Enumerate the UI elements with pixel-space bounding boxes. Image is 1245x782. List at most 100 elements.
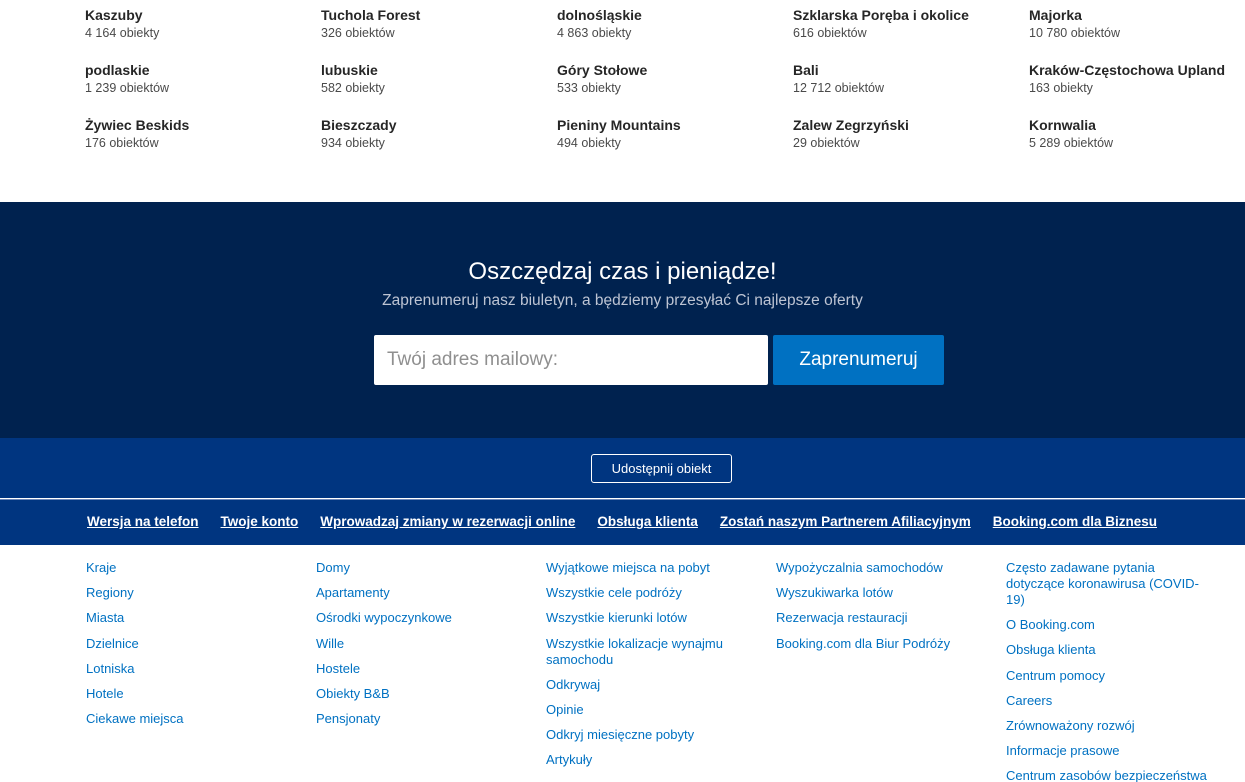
destination-item[interactable]: Kaszuby 4 164 obiekty bbox=[85, 6, 321, 61]
destination-name[interactable]: Góry Stołowe bbox=[557, 61, 793, 79]
destination-count: 4 863 obiekty bbox=[557, 26, 632, 40]
footer-link[interactable]: Apartamenty bbox=[316, 585, 546, 601]
list-property-button[interactable]: Udostępnij obiekt bbox=[591, 454, 732, 483]
footer-link[interactable]: Rezerwacja restauracji bbox=[776, 610, 1006, 626]
destination-name[interactable]: lubuskie bbox=[321, 61, 557, 79]
footer-link[interactable]: Odkryj miesięczne pobyty bbox=[546, 727, 776, 743]
footer-link[interactable]: Dzielnice bbox=[86, 636, 316, 652]
destination-name[interactable]: Bieszczady bbox=[321, 116, 557, 134]
destination-count: 533 obiekty bbox=[557, 81, 621, 95]
destination-item[interactable]: lubuskie 582 obiekty bbox=[321, 61, 557, 116]
footer-column: Często zadawane pytania dotyczące korona… bbox=[1006, 560, 1236, 782]
destination-name[interactable]: podlaskie bbox=[85, 61, 321, 79]
destination-item[interactable]: podlaskie 1 239 obiektów bbox=[85, 61, 321, 116]
footer-link[interactable]: Obiekty B&B bbox=[316, 686, 546, 702]
destination-count: 10 780 obiektów bbox=[1029, 26, 1121, 40]
destination-name[interactable]: Zalew Zegrzyński bbox=[793, 116, 1029, 134]
destination-count: 934 obiekty bbox=[321, 136, 385, 150]
destination-item[interactable]: dolnośląskie 4 863 obiekty bbox=[557, 6, 793, 61]
destination-item[interactable]: Zalew Zegrzyński 29 obiektów bbox=[793, 116, 1029, 171]
footer-column: Wyjątkowe miejsca na pobyt Wszystkie cele… bbox=[546, 560, 776, 782]
destination-name[interactable]: Żywiec Beskids bbox=[85, 116, 321, 134]
footer-link[interactable]: Zrównoważony rozwój bbox=[1006, 718, 1236, 734]
footer-link[interactable]: Często zadawane pytania dotyczące korona… bbox=[1006, 560, 1216, 608]
footer-link[interactable]: Hostele bbox=[316, 661, 546, 677]
destination-name[interactable]: dolnośląskie bbox=[557, 6, 793, 24]
destination-item[interactable]: Żywiec Beskids 176 obiektów bbox=[85, 116, 321, 171]
footer-columns: Kraje Regiony Miasta Dzielnice Lotniska Hotel… bbox=[86, 560, 1245, 782]
footer-link[interactable]: Kraje bbox=[86, 560, 316, 576]
footer-link-bar: Wersja na telefon Twoje konto Wprowadzaj z… bbox=[0, 499, 1245, 545]
destination-item[interactable]: Kraków-Częstochowa Upland 163 obiekty bbox=[1029, 61, 1245, 116]
newsletter-subtitle: Zaprenumeruj nasz biuletyn, a będziemy p… bbox=[382, 292, 863, 309]
list-property-band: Udostępnij obiekt bbox=[0, 438, 1245, 498]
destination-item[interactable]: Majorka 10 780 obiektów bbox=[1029, 6, 1245, 61]
subscribe-button[interactable]: Zaprenumeruj bbox=[773, 335, 944, 385]
footer-bar-link[interactable]: Booking.com dla Biznesu bbox=[993, 514, 1157, 529]
footer-link[interactable]: Regiony bbox=[86, 585, 316, 601]
newsletter-section: Oszczędzaj czas i pieniądze! Zaprenumeru… bbox=[0, 202, 1245, 438]
footer-link[interactable]: Wille bbox=[316, 636, 546, 652]
destination-name[interactable]: Kornwalia bbox=[1029, 116, 1245, 134]
destination-item[interactable]: Szklarska Poręba i okolice 616 obiektów bbox=[793, 6, 1029, 61]
destination-count: 4 164 obiekty bbox=[85, 26, 160, 40]
footer-bar-link[interactable]: Twoje konto bbox=[221, 514, 299, 529]
footer-link[interactable]: Informacje prasowe bbox=[1006, 743, 1236, 759]
footer-link[interactable]: Obsługa klienta bbox=[1006, 642, 1236, 658]
destination-count: 163 obiekty bbox=[1029, 81, 1093, 95]
destination-name[interactable]: Majorka bbox=[1029, 6, 1245, 24]
destination-count: 582 obiekty bbox=[321, 81, 385, 95]
footer-bar-link[interactable]: Obsługa klienta bbox=[597, 514, 698, 529]
footer-link[interactable]: Wszystkie lokalizacje wynajmu samochodu bbox=[546, 636, 756, 668]
footer-link[interactable]: Centrum pomocy bbox=[1006, 668, 1236, 684]
destination-name[interactable]: Szklarska Poręba i okolice bbox=[793, 6, 1029, 24]
email-input[interactable] bbox=[374, 335, 768, 385]
destination-item[interactable]: Pieniny Mountains 494 obiekty bbox=[557, 116, 793, 171]
destination-item[interactable]: Bieszczady 934 obiekty bbox=[321, 116, 557, 171]
footer-link[interactable]: Lotniska bbox=[86, 661, 316, 677]
footer-column: Wypożyczalnia samochodów Wyszukiwarka lot… bbox=[776, 560, 1006, 782]
destination-name[interactable]: Kaszuby bbox=[85, 6, 321, 24]
footer-link[interactable]: Miasta bbox=[86, 610, 316, 626]
footer-link[interactable]: Wszystkie kierunki lotów bbox=[546, 610, 776, 626]
destination-count: 326 obiektów bbox=[321, 26, 395, 40]
footer-link[interactable]: Pensjonaty bbox=[316, 711, 546, 727]
footer-column: Domy Apartamenty Ośrodki wypoczynkowe Wille… bbox=[316, 560, 546, 782]
destination-name[interactable]: Bali bbox=[793, 61, 1029, 79]
footer-column: Kraje Regiony Miasta Dzielnice Lotniska Hotel… bbox=[86, 560, 316, 782]
footer-link[interactable]: Wypożyczalnia samochodów bbox=[776, 560, 1006, 576]
destination-name[interactable]: Tuchola Forest bbox=[321, 6, 557, 24]
footer-link[interactable]: Hotele bbox=[86, 686, 316, 702]
footer-link[interactable]: Wyjątkowe miejsca na pobyt bbox=[546, 560, 776, 576]
destination-count: 5 289 obiektów bbox=[1029, 136, 1114, 150]
footer-link[interactable]: O Booking.com bbox=[1006, 617, 1236, 633]
destination-item[interactable]: Tuchola Forest 326 obiektów bbox=[321, 6, 557, 61]
footer-link[interactable]: Artykuły bbox=[546, 752, 776, 768]
footer-link[interactable]: Careers bbox=[1006, 693, 1236, 709]
destination-count: 176 obiektów bbox=[85, 136, 159, 150]
destination-item[interactable]: Kornwalia 5 289 obiektów bbox=[1029, 116, 1245, 171]
footer-link[interactable]: Wszystkie cele podróży bbox=[546, 585, 776, 601]
destination-item[interactable]: Bali 12 712 obiektów bbox=[793, 61, 1029, 116]
destination-count: 1 239 obiektów bbox=[85, 81, 170, 95]
footer-link[interactable]: Domy bbox=[316, 560, 546, 576]
footer-link[interactable]: Booking.com dla Biur Podróży bbox=[776, 636, 1006, 652]
destination-name[interactable]: Pieniny Mountains bbox=[557, 116, 793, 134]
footer-link[interactable]: Wyszukiwarka lotów bbox=[776, 585, 1006, 601]
footer-link[interactable]: Opinie bbox=[546, 702, 776, 718]
footer-link[interactable]: Ciekawe miejsca bbox=[86, 711, 316, 727]
destination-count: 29 obiektów bbox=[793, 136, 860, 150]
destination-count: 12 712 obiektów bbox=[793, 81, 885, 95]
destination-item[interactable]: Góry Stołowe 533 obiekty bbox=[557, 61, 793, 116]
destination-name[interactable]: Kraków-Częstochowa Upland bbox=[1029, 61, 1245, 79]
footer-link[interactable]: Ośrodki wypoczynkowe bbox=[316, 610, 546, 626]
destinations-grid: Kaszuby 4 164 obiekty Tuchola Forest 326 ob… bbox=[85, 0, 1245, 202]
footer-bar-link[interactable]: Zostań naszym Partnerem Afiliacyjnym bbox=[720, 514, 971, 529]
footer-bar-link[interactable]: Wersja na telefon bbox=[87, 514, 199, 529]
newsletter-title: Oszczędzaj czas i pieniądze! bbox=[468, 258, 777, 285]
destination-count: 494 obiekty bbox=[557, 136, 621, 150]
footer-link[interactable]: Centrum zasobów bezpieczeństwa bbox=[1006, 768, 1236, 782]
footer-link[interactable]: Odkrywaj bbox=[546, 677, 776, 693]
destination-count: 616 obiektów bbox=[793, 26, 867, 40]
footer-bar-link[interactable]: Wprowadzaj zmiany w rezerwacji online bbox=[320, 514, 575, 529]
